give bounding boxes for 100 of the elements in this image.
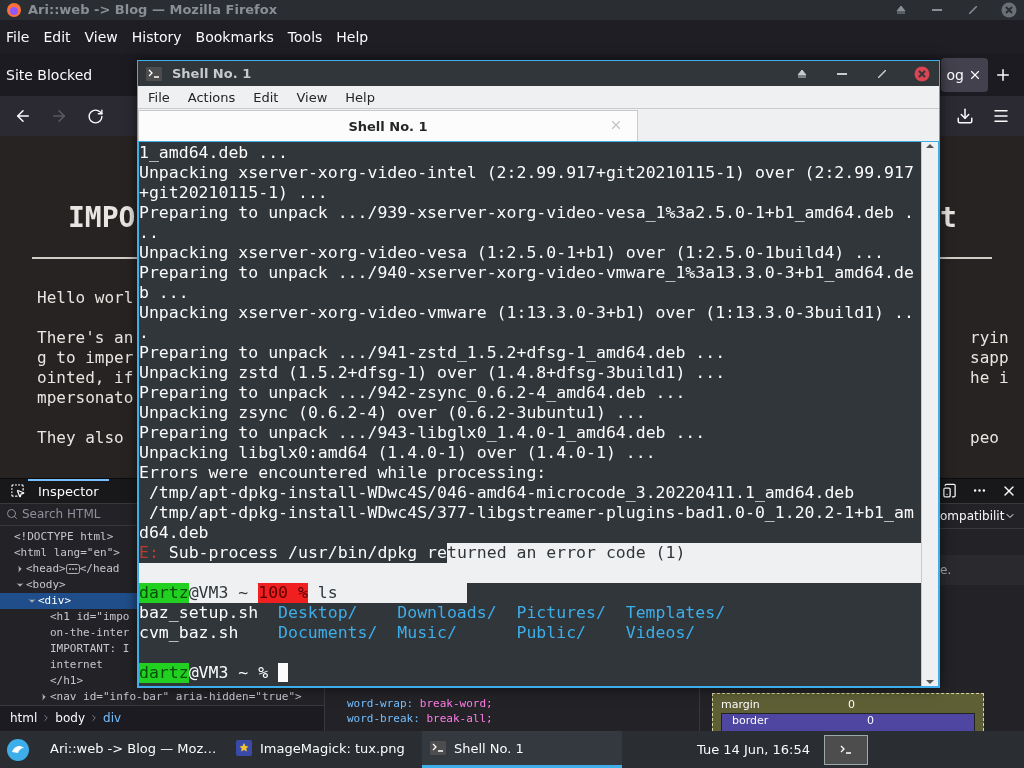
page-text: ryin	[969, 328, 1010, 349]
page-text: sapp	[969, 348, 1010, 369]
page-text: he i	[969, 368, 1010, 389]
terminal-text: Preparing to unpack .../942-zsync_0.6.2-4_amd64.deb ...	[139, 383, 686, 403]
taskbar-task[interactable]: Shell No. 1	[422, 731, 622, 768]
directory-name: Templates/	[625, 603, 726, 622]
page-text: Hello worl	[36, 288, 135, 309]
app-launcher-icon[interactable]	[6, 737, 30, 762]
menu-item[interactable]: View	[296, 89, 328, 105]
twisty-icon[interactable]	[15, 580, 26, 590]
markup-node[interactable]: <div>	[38, 594, 72, 608]
file-name: cvm_baz.sh	[139, 623, 239, 642]
taskbar-task[interactable]: ImageMagick: tux.png	[228, 731, 418, 768]
inspector-tab[interactable]: Inspector	[28, 479, 109, 503]
page-text: ointed, if	[36, 368, 135, 389]
css-declaration: word-wrap: break-word;	[347, 697, 494, 712]
menu-item[interactable]: History	[131, 29, 182, 46]
terminal-text: E:	[139, 543, 159, 563]
panel-text: e.	[940, 555, 1024, 585]
terminal-icon	[430, 741, 446, 755]
tray-terminal-button[interactable]	[824, 734, 868, 765]
markup-line: </h1>	[50, 674, 84, 688]
terminal-text: d64.deb	[139, 523, 209, 543]
page-heading: IMPO	[67, 208, 137, 229]
directory-name: Documents/	[278, 623, 378, 642]
browser-tab[interactable]: og	[940, 58, 988, 93]
directory-name: Public/	[516, 623, 586, 642]
breadcrumb-item[interactable]: div	[103, 711, 122, 726]
terminal-text: dartz	[139, 583, 189, 603]
menu-item[interactable]: Help	[345, 89, 375, 105]
menu-item[interactable]: Edit	[43, 29, 71, 46]
markup-node[interactable]: <html lang="en">	[14, 546, 120, 560]
terminal-text: b ...	[139, 283, 189, 303]
directory-name: Videos/	[625, 623, 696, 642]
terminal-tab[interactable]: Shell No. 1	[138, 110, 638, 141]
menu-item[interactable]: Help	[336, 29, 369, 46]
menu-item[interactable]: File	[6, 29, 30, 46]
page-text: g to imper	[36, 348, 135, 369]
markup-node[interactable]: <nav id="info-bar" aria-hidden="true">	[50, 690, 302, 704]
taskbar-task[interactable]: Ari::web -> Blog — Moz…	[34, 731, 224, 768]
browser-tab[interactable]: Site Blocked	[0, 58, 99, 93]
page-text: There's an	[36, 328, 135, 349]
box-label: margin	[721, 698, 760, 711]
markup-node[interactable]: <!DOCTYPE html>	[14, 530, 114, 544]
close-icon[interactable]	[1000, 0, 1018, 19]
terminal-text: Preparing to unpack .../941-zstd_1.5.2+dfsg-1_amd64.deb ...	[139, 343, 726, 363]
breadcrumb-item[interactable]: html	[10, 711, 38, 726]
terminal-text: Unpacking xserver-xorg-video-intel (2:2.99.917+git20210115-1) over (2:2.99.917	[139, 163, 914, 183]
directory-name: Pictures/	[516, 603, 606, 622]
css-declaration: word-break: break-all;	[347, 712, 494, 727]
page-heading: t	[940, 208, 958, 229]
selected-node-row[interactable]: <div>	[0, 593, 137, 609]
terminal-text: .	[139, 323, 149, 343]
markup-line: on-the-inter	[50, 626, 130, 640]
browser-logo-icon	[6, 1, 22, 18]
markup-node[interactable]: <body>	[26, 578, 66, 592]
menu-item[interactable]: Edit	[253, 89, 279, 105]
page-text: mpersonato	[36, 388, 135, 409]
window-title: Shell No. 1	[172, 66, 253, 81]
menu-item[interactable]: Actions	[187, 89, 236, 105]
menu-item[interactable]: File	[148, 89, 170, 105]
close-icon[interactable]	[913, 64, 931, 83]
terminal-text: Unpacking xserver-xorg-video-vmware (1:13.3.0-3+b1) over (1:13.3.0-3build1) ..	[139, 303, 914, 323]
terminal-text: Preparing to unpack .../939-xserver-xorg-video-vesa_1%3a2.5.0-1+b1_amd64.deb .	[139, 203, 914, 223]
search-icon	[6, 508, 18, 521]
file-name: baz_setup.sh	[139, 603, 259, 622]
menu-item[interactable]: View	[84, 29, 118, 46]
scrollbar[interactable]	[921, 142, 938, 686]
directory-name: Music/	[397, 623, 457, 642]
directory-name: Desktop/	[278, 603, 358, 622]
star-image-icon	[236, 740, 252, 756]
terminal-text: Sub-process /usr/bin/dpkg re	[167, 543, 447, 563]
ellipsis-badge-icon[interactable]	[65, 564, 80, 574]
page-text: peo	[969, 428, 1000, 449]
terminal-text: Preparing to unpack .../943-libglx0_1.4.0-1_amd64.deb ...	[139, 423, 706, 443]
markup-node[interactable]: </head	[79, 562, 120, 576]
menu-item[interactable]: Tools	[287, 29, 323, 46]
terminal-text: /tmp/apt-dpkg-install-WDwc4S/046-amd64-microcode_3.20220411.1_amd64.deb	[147, 483, 855, 503]
scroll-up-icon[interactable]	[925, 142, 935, 150]
window-title: Ari::web -> Blog — Mozilla Firefox	[28, 2, 279, 18]
terminal-text: Unpacking zstd (1.5.2+dfsg-1) over (1.4.8+dfsg-3build1) ...	[139, 363, 726, 383]
markup-line: internet	[50, 658, 103, 672]
terminal-text: /tmp/apt-dpkg-install-WDwc4S/377-libgstreamer-plugins-bad1.0-0_1.20.2-1+b1_am	[147, 503, 914, 523]
terminal-text: @VM3 ~ %	[188, 663, 270, 683]
markup-node[interactable]: <head>	[26, 562, 66, 576]
terminal-text: Unpacking zsync (0.6.2-4) over (0.6.2-3ubuntu1) ...	[139, 403, 646, 423]
markup-line: IMPORTANT: I	[50, 642, 130, 656]
twisty-icon[interactable]	[27, 596, 38, 606]
terminal-text: ls	[307, 583, 467, 603]
terminal-text: 1_amd64.deb ...	[139, 143, 288, 163]
scroll-down-icon[interactable]	[925, 678, 935, 686]
terminal-text: Errors were encountered while processing:	[139, 463, 547, 483]
clock[interactable]: Tue 14 Jun, 16:54	[696, 742, 810, 757]
terminal-text: 100 %	[258, 583, 308, 603]
breadcrumb-item[interactable]: body	[55, 711, 86, 726]
box-value: 0	[848, 698, 855, 711]
terminal-icon	[146, 66, 162, 81]
terminal-text: Unpacking xserver-xorg-video-vesa (1:2.5.0-1+b1) over (1:2.5.0-1build4) ...	[139, 243, 885, 263]
terminal-text: @VM3 ~	[188, 583, 259, 603]
menu-item[interactable]: Bookmarks	[195, 29, 274, 46]
